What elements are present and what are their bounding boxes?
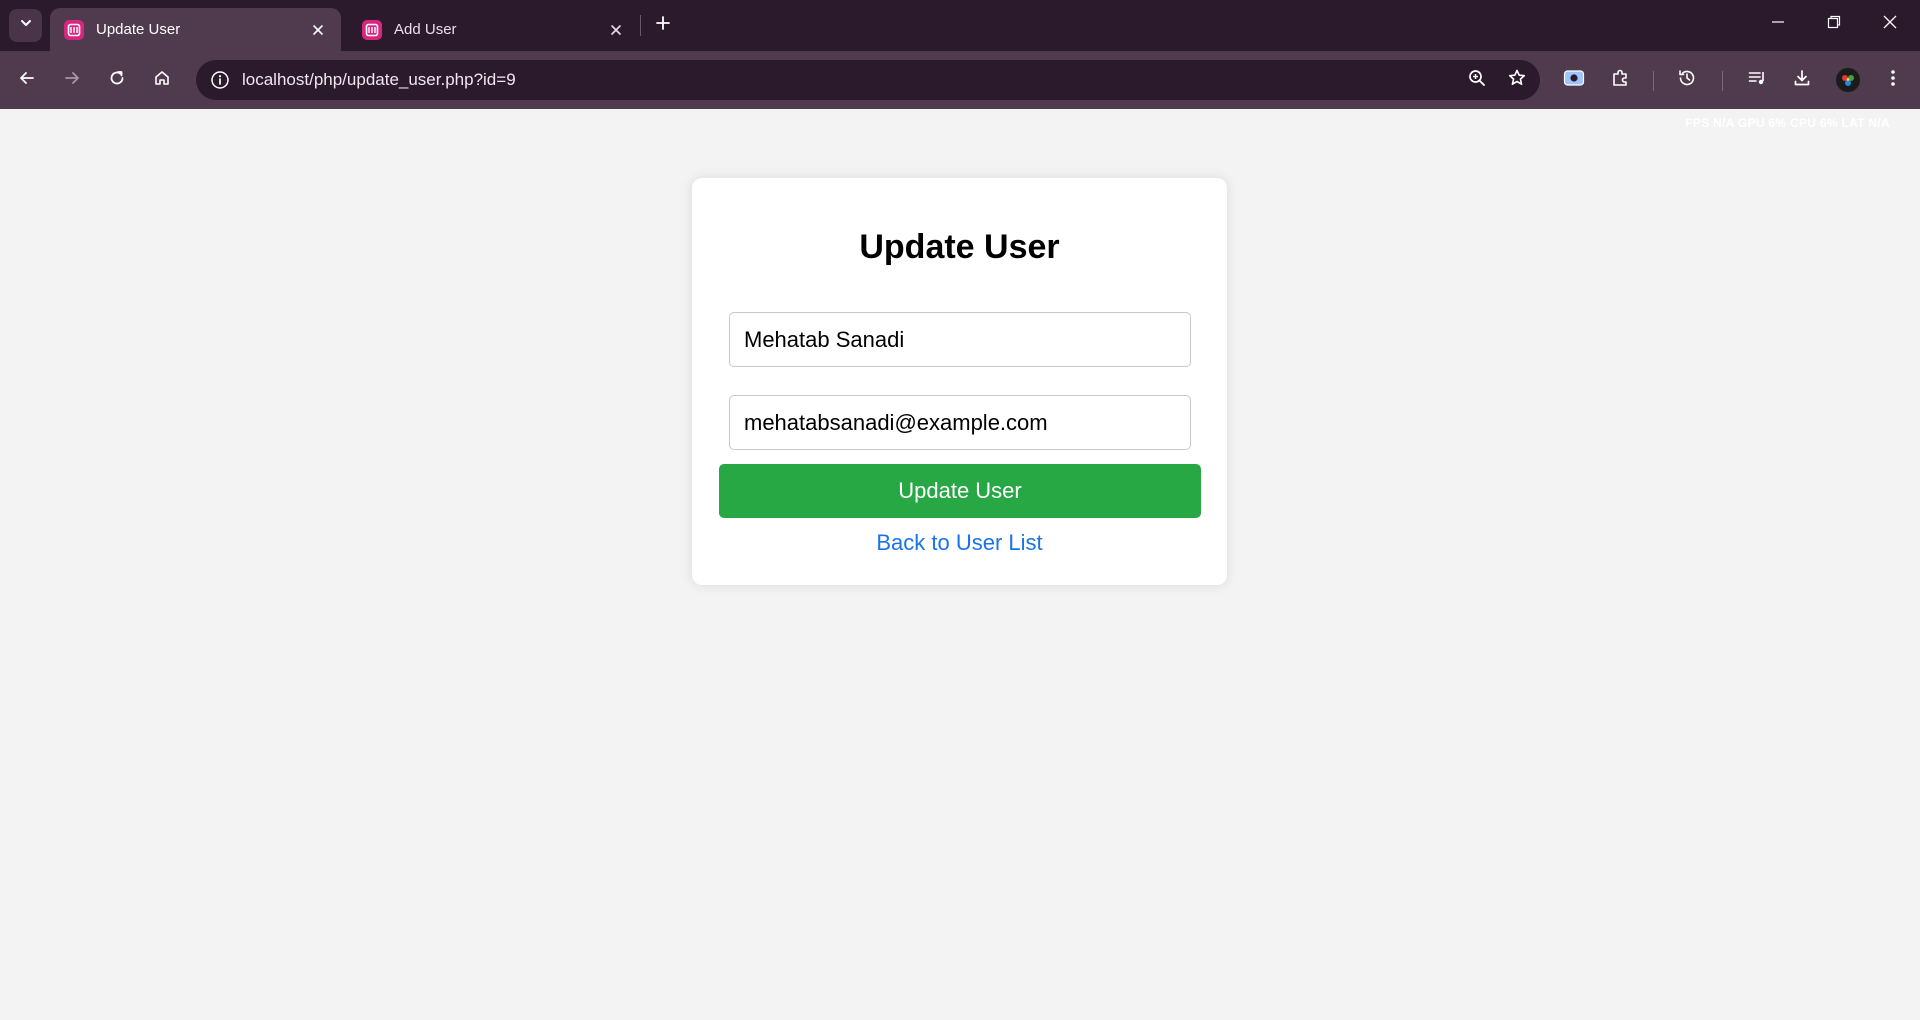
tab-divider — [640, 15, 641, 36]
new-tab-button[interactable] — [650, 12, 676, 38]
history-button[interactable] — [1670, 63, 1704, 97]
history-icon — [1677, 68, 1697, 93]
bookmark-button[interactable] — [1500, 63, 1534, 97]
tab-search-button[interactable] — [9, 9, 42, 42]
download-icon — [1792, 68, 1812, 93]
url-text[interactable]: localhost/php/update_user.php?id=9 — [242, 70, 516, 90]
email-field[interactable] — [729, 395, 1191, 450]
toolbar-divider — [1653, 71, 1654, 91]
home-button[interactable] — [145, 63, 179, 97]
close-icon — [1883, 15, 1897, 34]
extensions-button[interactable] — [1603, 63, 1637, 97]
plus-icon — [655, 15, 671, 36]
profile-avatar-icon — [1836, 68, 1860, 92]
page-title: Update User — [859, 228, 1060, 266]
arrow-right-icon — [63, 69, 81, 92]
close-window-button[interactable] — [1862, 0, 1918, 48]
back-to-user-list-link[interactable]: Back to User List — [692, 530, 1227, 556]
screenshot-icon — [1563, 68, 1585, 93]
app-favicon-icon — [362, 19, 382, 40]
star-icon — [1507, 68, 1527, 93]
minimize-button[interactable] — [1750, 0, 1806, 48]
restore-button[interactable] — [1806, 0, 1862, 48]
toolbar-divider — [1722, 71, 1723, 91]
close-icon[interactable] — [307, 19, 329, 41]
forward-button[interactable] — [55, 63, 89, 97]
kebab-menu-icon — [1890, 68, 1896, 93]
update-user-card: Update User Update User Back to User Lis… — [692, 178, 1227, 585]
close-icon[interactable] — [605, 19, 627, 41]
puzzle-icon — [1610, 68, 1630, 93]
arrow-left-icon — [18, 69, 36, 92]
reload-button[interactable] — [100, 63, 134, 97]
browser-toolbar: localhost/php/update_user.php?id=9 — [0, 51, 1920, 109]
download-button[interactable] — [1785, 63, 1819, 97]
restore-icon — [1827, 15, 1841, 34]
tab-strip: Update User Add User — [0, 0, 1920, 51]
minimize-icon — [1771, 15, 1785, 34]
screenshot-button[interactable] — [1557, 63, 1591, 97]
info-icon[interactable] — [200, 60, 240, 100]
zoom-icon — [1467, 68, 1487, 93]
address-bar[interactable]: localhost/php/update_user.php?id=9 — [196, 60, 1540, 100]
update-user-button[interactable]: Update User — [719, 464, 1201, 518]
menu-button[interactable] — [1876, 63, 1910, 97]
perf-overlay: FPS N/A GPU 6% CPU 6% LAT N/A — [1685, 116, 1890, 130]
zoom-button[interactable] — [1460, 63, 1494, 97]
tab-title: Update User — [96, 21, 181, 38]
tab-add-user[interactable]: Add User — [348, 8, 639, 51]
home-icon — [153, 69, 171, 92]
tab-title: Add User — [394, 21, 457, 38]
media-queue-icon — [1747, 68, 1767, 93]
chevron-down-icon — [19, 16, 33, 35]
media-queue-button[interactable] — [1740, 63, 1774, 97]
reload-icon — [108, 69, 126, 92]
name-field[interactable] — [729, 312, 1191, 367]
back-button[interactable] — [10, 63, 44, 97]
tab-update-user[interactable]: Update User — [50, 8, 341, 51]
app-favicon-icon — [64, 19, 84, 40]
profile-button[interactable] — [1831, 63, 1865, 97]
